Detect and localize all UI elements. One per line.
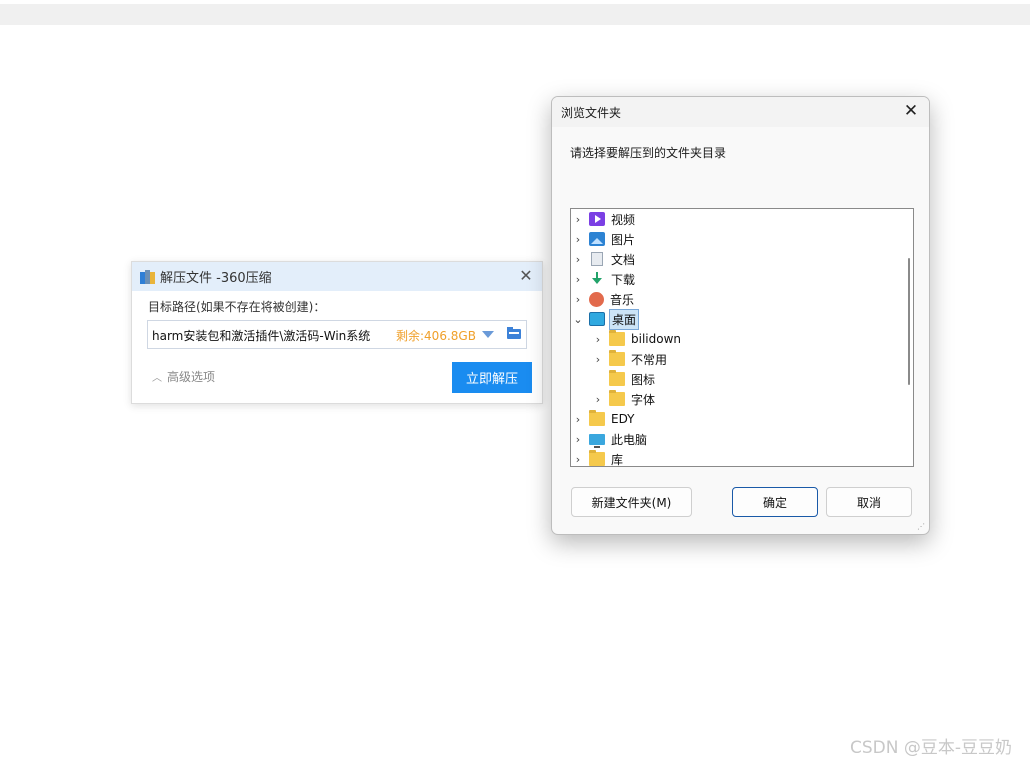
close-icon[interactable]: ✕ [518,268,534,284]
tree-item-documents[interactable]: › 文档 [571,249,637,269]
tree-item-downloads[interactable]: › 下载 [571,269,637,289]
chevron-up-icon: ︿ [152,373,162,384]
tree-item-label: 视频 [611,212,636,227]
instruction-text: 请选择要解压到的文件夹目录 [570,146,727,160]
tree-item-label: 库 [611,452,624,467]
expand-chevron-icon[interactable]: › [571,213,585,226]
folder-icon [589,410,605,426]
tree-item-music[interactable]: › 音乐 [571,289,636,309]
scrollbar-thumb[interactable] [908,258,910,385]
expand-chevron-icon[interactable]: › [571,453,585,466]
tree-item-label: 音乐 [610,292,635,307]
expand-chevron-icon[interactable]: › [591,333,605,346]
new-folder-button[interactable]: 新建文件夹(M) [571,487,692,517]
expand-chevron-icon[interactable]: › [571,293,585,306]
expand-chevron-icon[interactable]: › [571,273,585,286]
tree-item-library[interactable]: › 库 [571,449,625,467]
tree-item-label: 文档 [611,252,636,267]
target-path-input[interactable]: harm安装包和激活插件\激活码-Win系统 [152,327,378,344]
target-path-combobox[interactable]: harm安装包和激活插件\激活码-Win系统 剩余:406.8GB [147,320,527,349]
tree-item-label: EDY [611,412,635,426]
collapse-chevron-icon[interactable]: ⌄ [571,313,585,326]
extract-dialog-title-bar: 解压文件 -360压缩 [132,262,542,291]
browse-dialog-title: 浏览文件夹 [561,106,622,120]
tree-item-label: 图标 [631,372,656,387]
folder-tree[interactable]: › 视频 › 图片 › 文档 › 下载 › 音乐 ⌄ 桌面 › bilidown… [570,208,914,467]
desktop-icon [589,312,605,326]
tree-item-bilidown[interactable]: › bilidown [591,329,683,349]
ok-button[interactable]: 确定 [732,487,818,517]
360zip-app-icon [140,269,155,284]
music-icon [589,291,604,307]
tree-item-this-pc[interactable]: › 此电脑 [571,429,649,449]
expand-chevron-icon[interactable]: › [591,353,605,366]
tree-item-fonts[interactable]: › 字体 [591,389,657,409]
video-icon [589,212,605,226]
folder-icon [589,450,605,466]
cancel-button[interactable]: 取消 [826,487,912,517]
tree-item-desktop[interactable]: ⌄ 桌面 [571,308,640,330]
tree-scrollbar[interactable] [905,209,913,466]
expand-chevron-icon[interactable]: › [571,413,585,426]
browse-folder-dialog: 浏览文件夹 ✕ 请选择要解压到的文件夹目录 › 视频 › 图片 › 文档 › 下… [551,96,930,535]
download-icon [589,272,605,286]
tree-item-label: 字体 [631,392,656,407]
resize-grip-icon[interactable]: ⋰ [917,522,927,532]
tree-item-icons[interactable]: 图标 [591,369,657,389]
expand-chevron-icon[interactable]: › [571,253,585,266]
pictures-icon [589,232,605,246]
tree-item-label: 不常用 [631,352,668,367]
advanced-options-toggle[interactable]: ︿ 高级选项 [152,368,215,385]
browser-top-bar [0,4,1030,25]
folder-icon [609,390,625,406]
free-space-text: 剩余:406.8GB [396,329,476,343]
close-icon[interactable]: ✕ [902,102,920,120]
folder-icon [609,350,625,366]
target-path-label: 目标路径(如果不存在将被创建)： [148,300,326,314]
extract-dialog: 解压文件 -360压缩 ✕ 目标路径(如果不存在将被创建)： harm安装包和激… [131,261,543,404]
documents-icon [591,252,603,266]
browse-dialog-title-bar: 浏览文件夹 ✕ [552,97,929,127]
folder-icon [609,370,625,386]
browse-folder-icon[interactable] [507,327,521,339]
tree-item-pictures[interactable]: › 图片 [571,229,637,249]
expand-chevron-icon[interactable]: › [571,233,585,246]
expand-chevron-icon[interactable]: › [591,393,605,406]
csdn-watermark: CSDN @豆本-豆豆奶 [850,738,1013,758]
computer-icon [589,433,605,448]
expand-chevron-icon[interactable]: › [571,433,585,446]
extract-now-button[interactable]: 立即解压 [452,362,532,393]
folder-icon [609,330,625,346]
tree-item-video[interactable]: › 视频 [571,209,637,229]
advanced-options-label: 高级选项 [167,370,216,384]
tree-item-label: 下载 [611,272,636,287]
tree-item-label: bilidown [631,332,681,346]
tree-item-rarely-used[interactable]: › 不常用 [591,349,669,369]
tree-item-label: 图片 [611,232,636,247]
extract-dialog-title: 解压文件 -360压缩 [160,271,272,286]
tree-item-edy[interactable]: › EDY [571,409,637,429]
tree-item-label: 此电脑 [611,432,648,447]
dropdown-arrow-icon[interactable] [482,331,494,338]
tree-item-label: 桌面 [609,308,640,330]
